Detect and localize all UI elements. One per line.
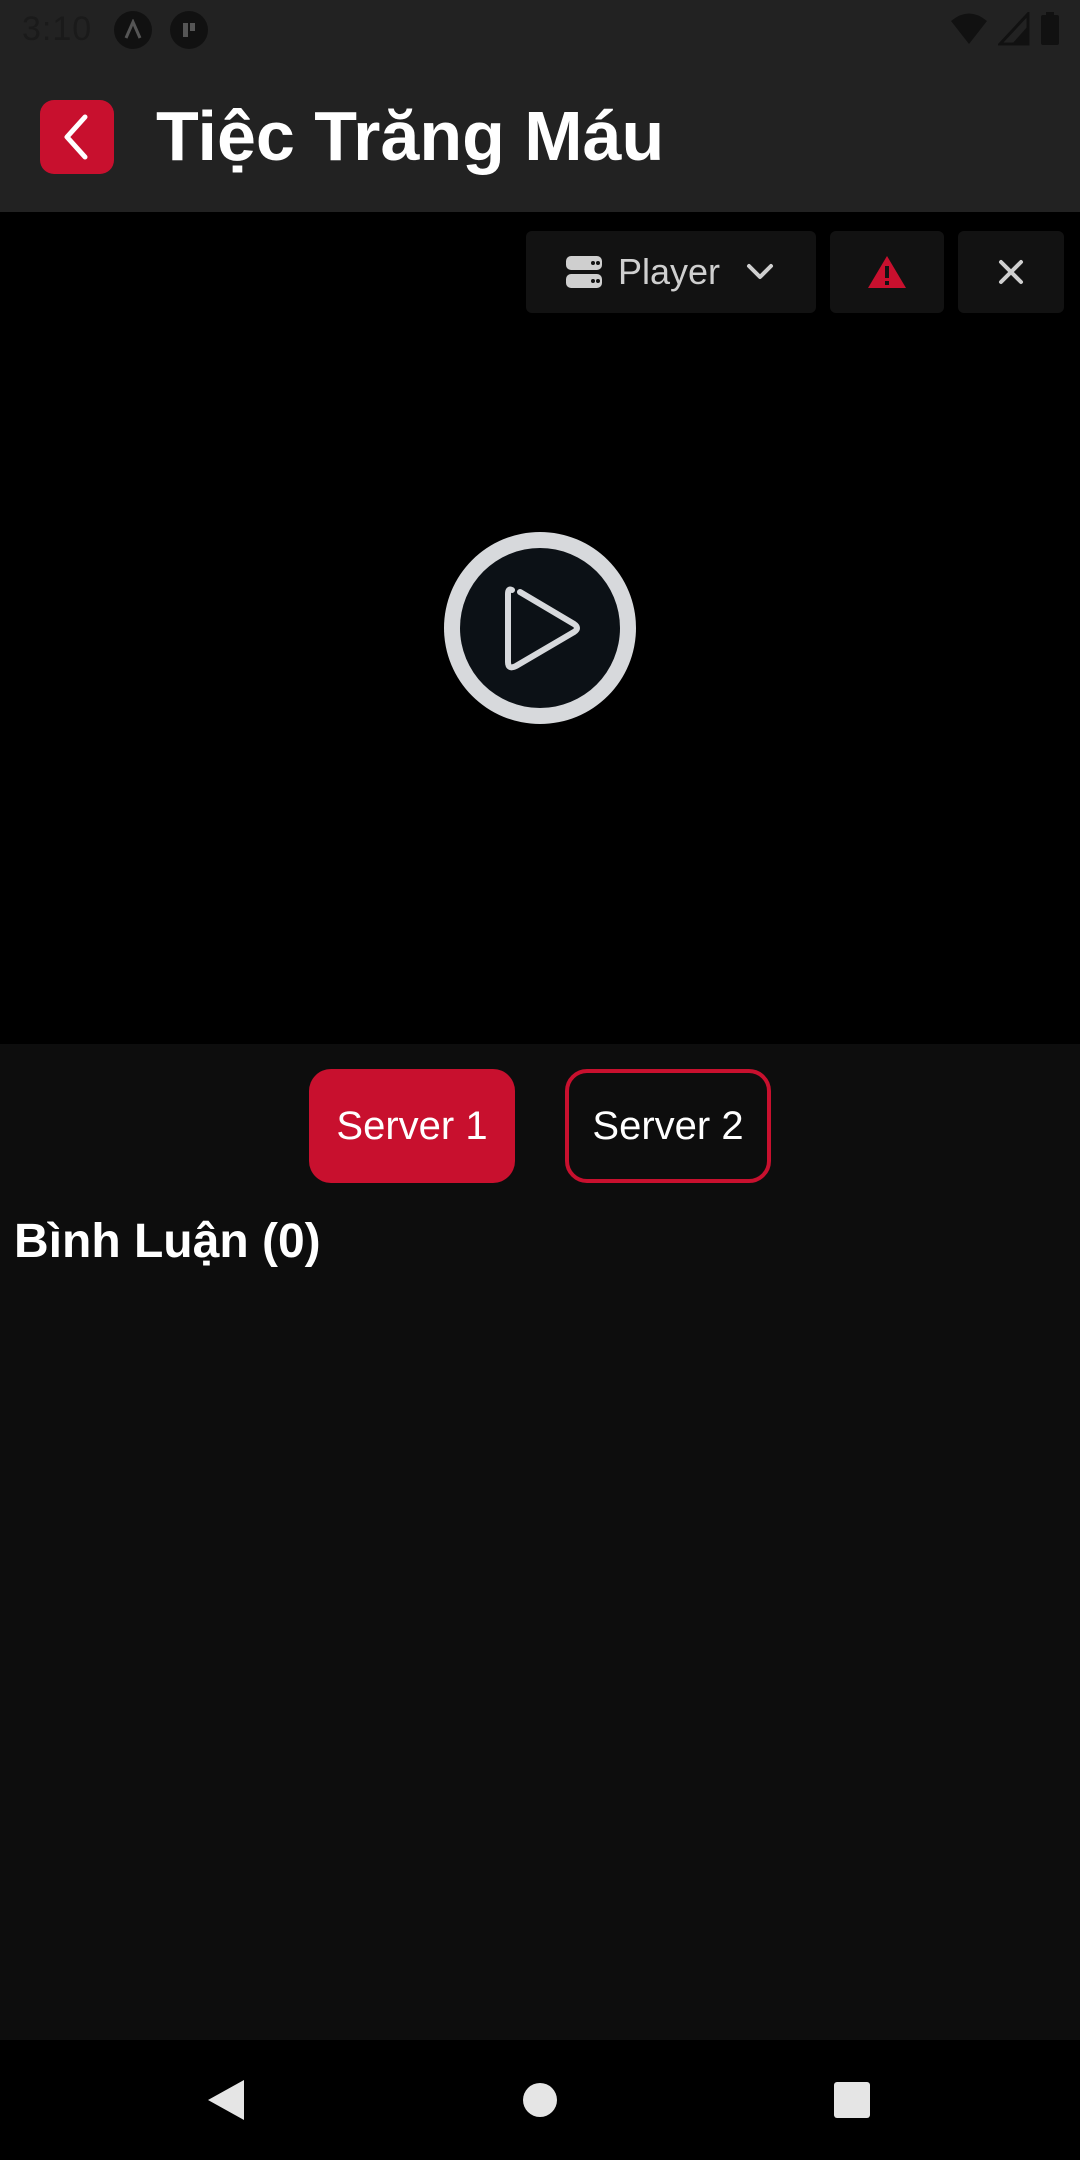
triangle-back-icon	[208, 2080, 244, 2120]
server-2-button[interactable]: Server 2	[565, 1069, 771, 1183]
app-header: Tiệc Trăng Máu	[0, 60, 1080, 212]
server-1-button[interactable]: Server 1	[309, 1069, 515, 1183]
square-recents-icon	[834, 2082, 870, 2118]
status-bar: 3:10	[0, 0, 1080, 60]
report-button[interactable]	[830, 231, 944, 313]
play-button-inner	[460, 548, 620, 708]
server-selector: Server 1 Server 2	[0, 1069, 1080, 1183]
navigation-bar	[0, 2040, 1080, 2160]
play-icon	[505, 586, 580, 671]
notification-app-icon	[114, 11, 152, 49]
back-button[interactable]	[40, 100, 114, 174]
server-icon	[566, 256, 602, 288]
circle-home-icon	[523, 2083, 557, 2117]
signal-icon	[998, 12, 1030, 46]
chevron-down-icon	[747, 264, 774, 279]
warning-icon	[868, 256, 906, 288]
video-player[interactable]: Player	[0, 212, 1080, 1044]
player-selector-label: Player	[618, 251, 721, 292]
play-button[interactable]	[444, 532, 636, 724]
player-toolbar: Player	[526, 231, 1064, 313]
close-button[interactable]	[958, 231, 1064, 313]
chevron-left-icon	[64, 114, 88, 160]
wifi-icon	[951, 13, 987, 44]
status-indicators	[950, 12, 1060, 46]
close-icon	[999, 260, 1023, 284]
nav-home-button[interactable]	[510, 2070, 570, 2130]
comments-heading: Bình Luận (0)	[14, 1215, 321, 1268]
nav-recents-button[interactable]	[822, 2070, 882, 2130]
player-selector[interactable]: Player	[526, 231, 816, 313]
nav-back-button[interactable]	[196, 2070, 256, 2130]
page-title: Tiệc Trăng Máu	[156, 97, 665, 175]
battery-icon	[1041, 12, 1059, 45]
status-time: 3:10	[22, 10, 93, 48]
notification-app-icon	[170, 11, 208, 49]
